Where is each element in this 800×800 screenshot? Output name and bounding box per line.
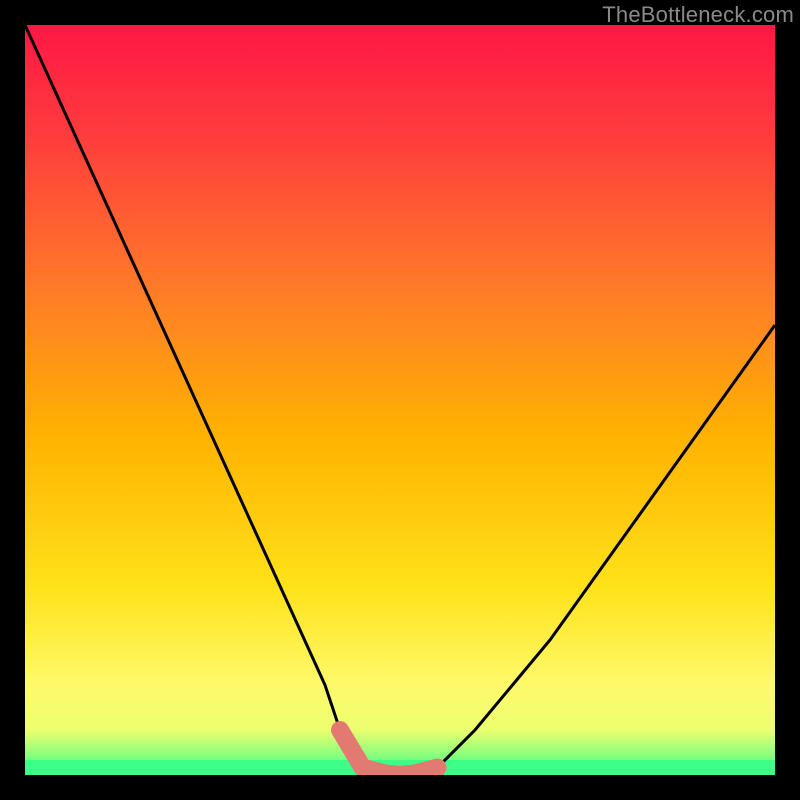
plot-area [25, 25, 775, 775]
optimal-segment [340, 730, 438, 775]
chart-frame: TheBottleneck.com [0, 0, 800, 800]
watermark-text: TheBottleneck.com [602, 2, 794, 28]
optimal-highlight [25, 25, 775, 775]
